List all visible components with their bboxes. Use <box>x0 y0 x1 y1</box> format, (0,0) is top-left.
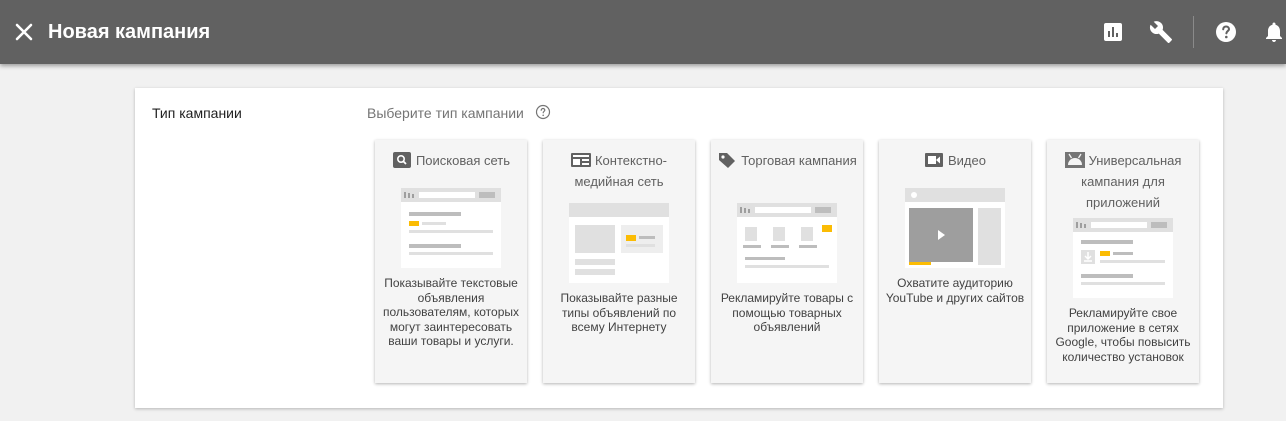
campaign-card-video[interactable]: Видео Охватите аудиторию YouTube и други… <box>879 140 1031 383</box>
card-description: Показывайте текстовые объявления пользов… <box>382 276 520 348</box>
section-prompt: Выберите тип кампании <box>367 105 524 121</box>
display-illustration <box>569 203 669 283</box>
card-description: Рекламируйте товары с помощью товарных о… <box>720 291 854 334</box>
bell-icon <box>1266 22 1282 42</box>
video-illustration <box>905 188 1005 268</box>
page-title: Новая кампания <box>48 21 211 43</box>
top-app-bar: Новая кампания <box>0 0 1286 64</box>
shopping-illustration <box>737 203 837 283</box>
close-button[interactable] <box>12 20 36 44</box>
app-illustration <box>1073 218 1173 298</box>
tag-icon <box>717 152 737 168</box>
campaign-card-shopping[interactable]: Торговая кампания Рекламируйте товары с … <box>711 140 863 383</box>
campaign-card-app[interactable]: Универсальная кампания для приложений Ре… <box>1047 140 1199 383</box>
card-description: Охватите аудиторию YouTube и других сайт… <box>885 276 1025 305</box>
search-illustration <box>401 188 501 268</box>
help-outline-icon <box>535 104 551 120</box>
card-title: Контекстно-медийная сеть <box>549 150 689 192</box>
toolbar-divider <box>1193 16 1194 48</box>
android-icon <box>1064 152 1085 168</box>
card-title: Универсальная кампания для приложений <box>1053 150 1193 213</box>
card-description: Показывайте разные типы объявлений по вс… <box>560 291 678 334</box>
card-description: Рекламируйте свое приложение в сетях Goo… <box>1055 306 1191 364</box>
help-icon <box>1216 22 1236 42</box>
card-title: Поисковая сеть <box>381 150 521 171</box>
campaign-type-help-button[interactable] <box>535 104 551 120</box>
close-icon <box>15 23 33 41</box>
help-button[interactable] <box>1214 20 1238 44</box>
wrench-icon <box>1149 21 1172 43</box>
bar-chart-icon <box>1104 23 1122 41</box>
campaign-card-display[interactable]: Контекстно-медийная сеть Показывайте раз… <box>543 140 695 383</box>
notifications-button[interactable] <box>1262 20 1286 44</box>
card-title: Торговая кампания <box>717 150 857 171</box>
display-icon <box>570 152 591 168</box>
video-icon <box>924 152 944 168</box>
card-title: Видео <box>885 150 1025 171</box>
campaign-type-panel: Тип кампании Выберите тип кампании Поиск… <box>135 88 1223 408</box>
tools-button[interactable] <box>1149 20 1173 44</box>
section-label: Тип кампании <box>152 105 242 121</box>
search-icon <box>392 152 412 168</box>
campaign-card-search[interactable]: Поисковая сеть Показывайте текстовые объ… <box>375 140 527 383</box>
reports-button[interactable] <box>1101 20 1125 44</box>
